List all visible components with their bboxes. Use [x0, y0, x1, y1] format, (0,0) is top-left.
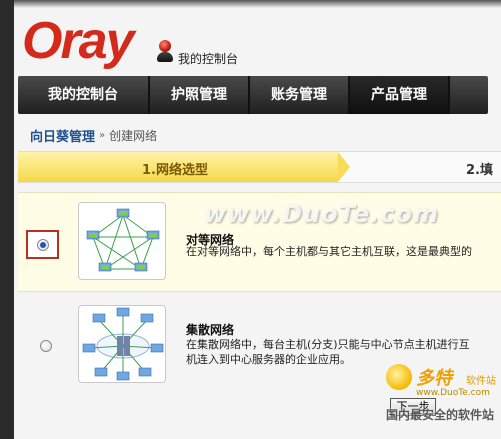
main-nav: 我的控制台 护照管理 账务管理 产品管理	[18, 76, 488, 114]
sun-icon	[386, 364, 412, 390]
corner-brand-sub: 软件站	[466, 376, 496, 387]
footer-slogan: 国内最安全的软件站	[386, 408, 495, 422]
breadcrumb: 向日葵管理 » 创建网络	[30, 126, 157, 145]
user-icon	[156, 40, 174, 62]
radio-distributed-network[interactable]	[40, 340, 52, 352]
distributed-network-diagram-icon	[78, 305, 166, 383]
selected-radio-highlight	[26, 230, 59, 259]
step-arrow	[338, 152, 350, 182]
peer-network-diagram-icon	[78, 202, 166, 280]
step-progress: 1.网络选型 2.填	[18, 151, 501, 183]
radio-peer-network[interactable]	[37, 239, 49, 251]
window: Oray 我的控制台 我的控制台 护照管理 账务管理 产品管理 向日葵管理 » …	[14, 0, 501, 439]
top-shadow	[14, 0, 501, 8]
watermark: www.DuoTe.com	[204, 200, 439, 228]
oray-logo[interactable]: Oray	[22, 15, 135, 67]
nav-item-billing[interactable]: 账务管理	[250, 76, 350, 114]
distributed-network-title: 集散网络	[186, 323, 235, 337]
corner-brand: 多特	[416, 368, 452, 389]
nav-item-products[interactable]: 产品管理	[350, 76, 450, 114]
breadcrumb-current: 创建网络	[109, 129, 158, 143]
step-2-label: 2.填	[466, 163, 493, 178]
breadcrumb-home[interactable]: 向日葵管理	[30, 126, 95, 145]
breadcrumb-separator: »	[99, 130, 106, 141]
peer-network-description: 在对等网络中，每个主机都与其它主机互联，这是最典型的	[186, 245, 472, 258]
step-1-label: 1.网络选型	[142, 163, 208, 178]
corner-url: www.DuoTe.com	[416, 388, 490, 398]
nav-item-console[interactable]: 我的控制台	[18, 76, 150, 114]
nav-item-passport[interactable]: 护照管理	[150, 76, 250, 114]
distributed-network-description-1: 在集散网络中，每台主机(分支)只能与中心节点主机进行互	[186, 338, 470, 351]
my-console-link[interactable]: 我的控制台	[178, 50, 238, 67]
